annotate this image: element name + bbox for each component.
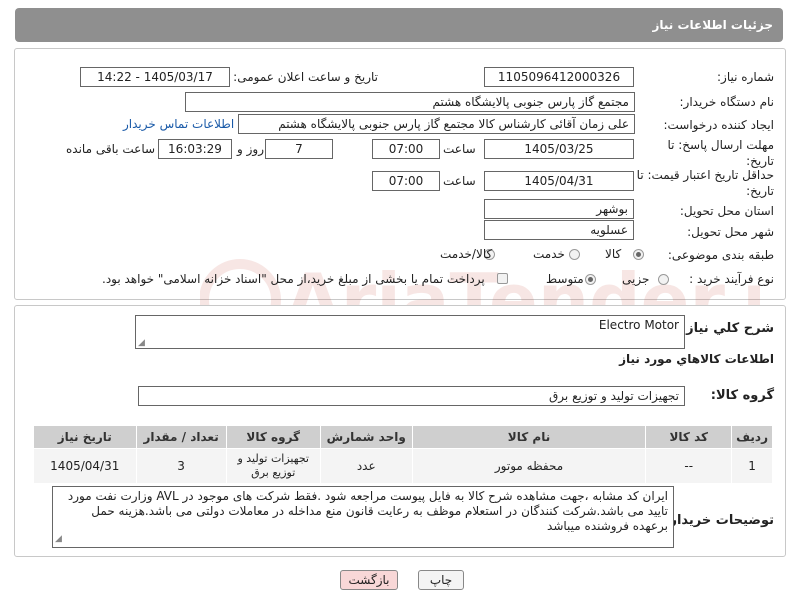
table-row[interactable]: 1 -- محفظه موتور عدد تجهیزات تولید و توز… [33, 448, 773, 484]
buyer-contact-link[interactable]: اطلاعات تماس خریدار [123, 117, 234, 131]
category-label: طبقه بندی موضوعی: [667, 248, 774, 262]
deadline-time-field[interactable]: 07:00 [372, 139, 440, 159]
col-code-header: کد کالا [645, 425, 733, 449]
summary-textarea[interactable]: Electro Motor ◢ [135, 315, 685, 349]
purchase-type-label: نوع فرآیند خرید : [689, 272, 774, 286]
category-service-radio[interactable] [569, 249, 580, 260]
cell-unit: عدد [319, 448, 413, 484]
remaining-time-label: ساعت باقی مانده [66, 142, 156, 156]
resize-grip-icon[interactable]: ◢ [55, 532, 62, 547]
print-button[interactable]: چاپ [418, 570, 464, 590]
announce-label: تاریخ و ساعت اعلان عمومی: [233, 70, 378, 84]
category-goods-label: کالا [605, 247, 622, 261]
validity-date-field[interactable]: 1405/04/31 [484, 171, 634, 191]
need-number-field[interactable]: 1105096412000326 [484, 67, 634, 87]
validity-time-field[interactable]: 07:00 [372, 171, 440, 191]
purchase-medium-radio[interactable] [585, 274, 596, 285]
col-unit-header: واحد شمارش [319, 425, 413, 449]
col-group-header: گروه کالا [225, 425, 321, 449]
deadline-date-field[interactable]: 1405/03/25 [484, 139, 634, 159]
buyer-notes-text: ایران کد مشابه ،جهت مشاهده شرح کالا به ف… [67, 489, 668, 533]
announce-field[interactable]: 1405/03/17 - 14:22 [80, 67, 230, 87]
city-field[interactable]: عسلویه [484, 220, 634, 240]
category-service-label: خدمت [533, 247, 565, 261]
purchase-minor-label: جزیی [622, 272, 650, 286]
category-both-label: کالا/خدمت [440, 247, 493, 261]
summary-label: شرح کلي نياز: [680, 321, 774, 336]
cell-date: 1405/04/31 [33, 448, 137, 484]
need-number-label: شماره نیاز: [717, 70, 774, 84]
city-label: شهر محل تحویل: [687, 225, 774, 239]
remaining-time-field[interactable]: 16:03:29 [158, 139, 232, 159]
cell-group: تجهیزات تولید و توزیع برق [225, 448, 321, 484]
buyer-label: نام دستگاه خریدار: [679, 95, 775, 109]
resize-grip-icon[interactable]: ◢ [138, 338, 145, 348]
buyer-notes-textarea[interactable]: ایران کد مشابه ،جهت مشاهده شرح کالا به ف… [52, 486, 674, 548]
cell-qty: 3 [135, 448, 227, 484]
back-button[interactable]: بازگشت [340, 570, 398, 590]
validity-time-label: ساعت [443, 174, 476, 188]
buyer-notes-label: توضیحات خریدار: [664, 513, 774, 528]
col-qty-header: تعداد / مقدار [135, 425, 227, 449]
goods-info-title: اطلاعات کالاهاي مورد نياز [619, 352, 774, 366]
deadline-days-label: روز و [237, 142, 264, 156]
cell-name: محفظه موتور [411, 448, 647, 484]
deadline-time-label: ساعت [443, 142, 476, 156]
purchase-minor-radio[interactable] [658, 274, 669, 285]
col-date-header: تاریخ نیاز [33, 425, 137, 449]
goods-table: ردیف کد کالا نام کالا واحد شمارش گروه کا… [33, 425, 773, 484]
page-title: جزئیات اطلاعات نیاز [652, 18, 773, 32]
page-header: جزئیات اطلاعات نیاز [15, 8, 783, 42]
cell-code: -- [645, 448, 733, 484]
validity-label: حداقل تاریخ اعتبار قیمت: تا تاریخ: [636, 168, 774, 198]
summary-text: Electro Motor [598, 318, 679, 332]
deadline-days-field[interactable]: 7 [265, 139, 333, 159]
deadline-label: مهلت ارسال پاسخ: تا تاریخ: [667, 138, 774, 168]
col-name-header: نام کالا [411, 425, 647, 449]
treasury-payment-note: پرداخت تمام یا بخشی از مبلغ خرید،از محل … [102, 272, 485, 286]
group-label: گروه کالا: [710, 388, 774, 403]
province-label: استان محل تحویل: [679, 204, 774, 218]
cell-row: 1 [731, 448, 773, 484]
table-header-row: ردیف کد کالا نام کالا واحد شمارش گروه کا… [33, 425, 773, 449]
purchase-medium-label: متوسط [546, 272, 584, 286]
category-goods-radio[interactable] [633, 249, 644, 260]
treasury-payment-checkbox[interactable] [497, 273, 508, 284]
buyer-field[interactable]: مجتمع گاز پارس جنوبی پالایشگاه هشتم [185, 92, 635, 112]
creator-field[interactable]: علی زمان آقائی کارشناس کالا مجتمع گاز پا… [238, 114, 635, 134]
group-field[interactable]: تجهیزات تولید و توزیع برق [138, 386, 685, 406]
col-row-header: ردیف [731, 425, 773, 449]
creator-label: ایجاد کننده درخواست: [663, 118, 774, 132]
province-field[interactable]: بوشهر [484, 199, 634, 219]
